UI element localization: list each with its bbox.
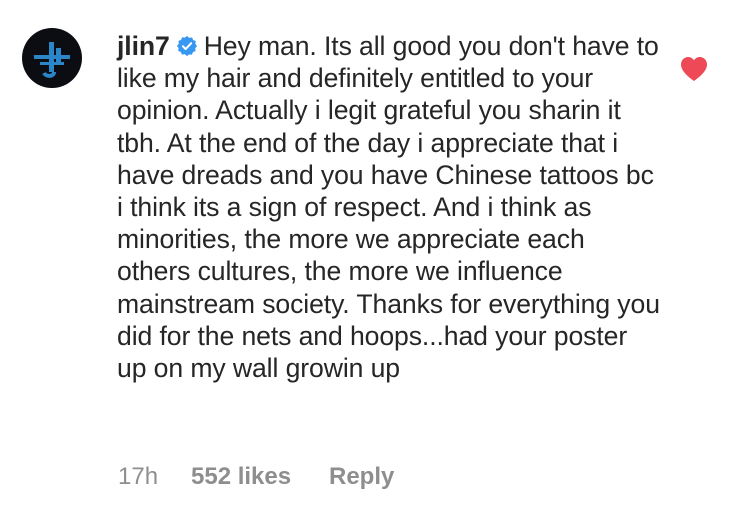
comment-username[interactable]: jlin7 bbox=[117, 31, 170, 61]
comment-meta: 17h 552 likes Reply bbox=[118, 462, 394, 492]
comment-body: jlin7 Hey man. Its all good you don't ha… bbox=[117, 30, 662, 384]
verified-badge-icon bbox=[176, 35, 197, 57]
comment-time: 17h bbox=[118, 463, 159, 490]
likes-count-link[interactable]: 552 likes bbox=[191, 462, 329, 492]
heart-icon[interactable] bbox=[680, 56, 708, 82]
jl-logo-icon bbox=[34, 42, 70, 78]
comment-text: Hey man. Its all good you don't have to … bbox=[117, 31, 660, 384]
avatar[interactable] bbox=[22, 28, 82, 88]
reply-button[interactable]: Reply bbox=[329, 462, 394, 492]
